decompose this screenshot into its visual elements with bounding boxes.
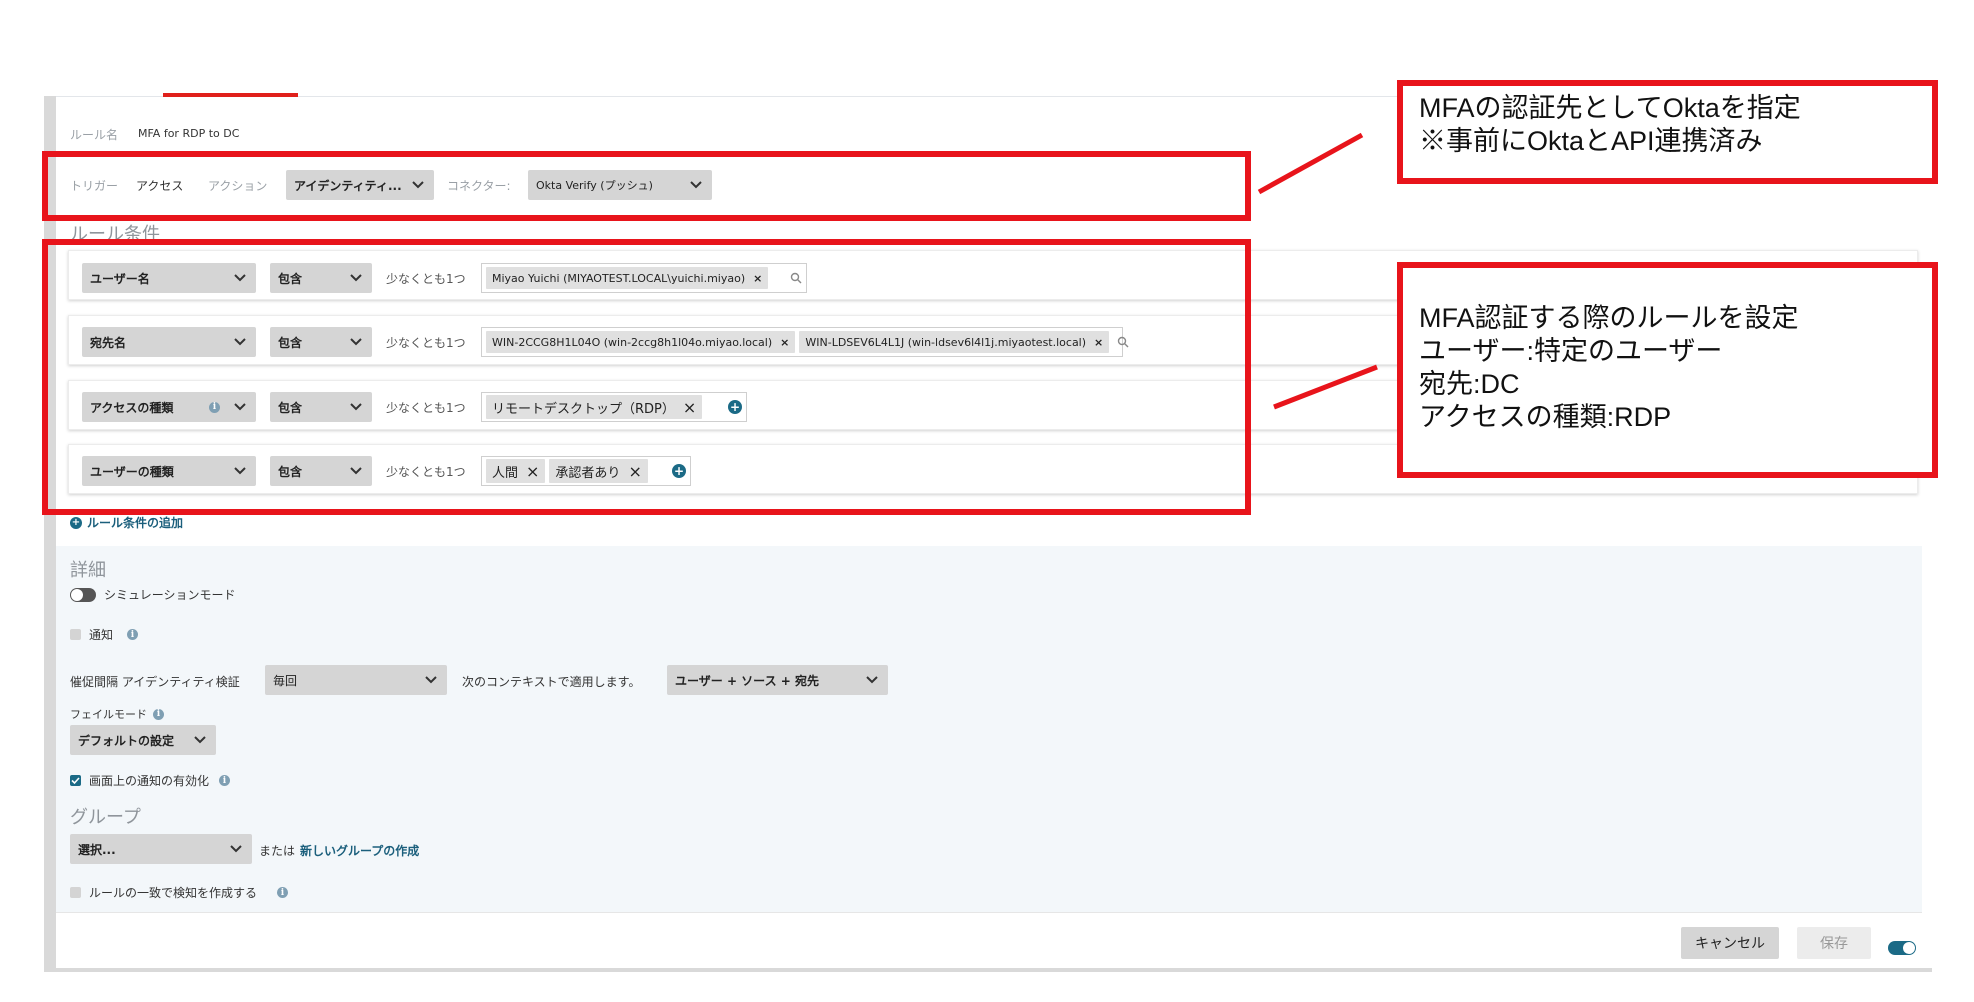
annotation-line: ※事前にOktaとAPI連携済み xyxy=(1419,126,1763,156)
fail-mode-label: フェイルモード xyxy=(70,708,147,721)
onscreen-notify-label: 画面上の通知の有効化 xyxy=(89,774,210,788)
chevron-down-icon xyxy=(192,732,208,748)
toggle-switch-icon xyxy=(70,587,96,602)
callout-line-top xyxy=(1257,132,1364,195)
info-icon[interactable]: i xyxy=(277,887,289,898)
cancel-button[interactable]: キャンセル xyxy=(1681,927,1779,959)
group-select-value: 選択... xyxy=(78,842,116,857)
chevron-down-icon xyxy=(228,841,244,857)
panel-left-border xyxy=(44,96,56,972)
active-tab-indicator xyxy=(163,93,298,97)
context-value: ユーザー + ソース + 宛先 xyxy=(675,673,819,688)
rule-enabled-toggle[interactable] xyxy=(1888,941,1916,955)
context-select[interactable]: ユーザー + ソース + 宛先 xyxy=(667,665,888,695)
simulation-mode-label: シミュレーションモード xyxy=(104,588,236,602)
annotation-line: MFAの認証先としてOktaを指定 xyxy=(1419,93,1801,123)
add-condition-label: ルール条件の追加 xyxy=(87,516,184,530)
fail-mode-select[interactable]: デフォルトの設定 xyxy=(70,725,216,755)
new-group-link[interactable]: 新しいグループの作成 xyxy=(300,842,419,859)
onscreen-notify-checkbox[interactable]: 画面上の通知の有効化 i xyxy=(70,772,231,789)
save-button[interactable]: 保存 xyxy=(1797,927,1871,959)
info-icon[interactable]: i xyxy=(219,775,231,786)
notify-checkbox[interactable]: 通知 i xyxy=(70,626,139,643)
context-label: 次のコンテキストで適用します。 xyxy=(462,675,641,689)
annotation-line: MFA認証する際のルールを設定 xyxy=(1419,303,1799,333)
callout-line-rules xyxy=(1273,364,1378,410)
annotation-line: 宛先:DC xyxy=(1419,369,1520,399)
annotation-okta: MFAの認証先としてOktaを指定 ※事前にOktaとAPI連携済み xyxy=(1397,80,1938,184)
prompt-interval-value: 毎回 xyxy=(273,673,298,688)
checkbox-icon xyxy=(70,629,81,640)
panel-bottom-border xyxy=(44,968,1932,972)
group-or-label: または xyxy=(259,844,296,858)
info-icon[interactable]: i xyxy=(127,629,139,640)
add-icon: + xyxy=(70,516,82,529)
detect-label: ルールの一致で検知を作成する xyxy=(89,886,258,900)
prompt-interval-select[interactable]: 毎回 xyxy=(265,665,447,695)
group-select[interactable]: 選択... xyxy=(70,834,252,864)
annotation-line: ユーザー:特定のユーザー xyxy=(1419,336,1723,366)
fail-mode-value: デフォルトの設定 xyxy=(78,733,175,748)
rule-name-label: ルール名 xyxy=(70,128,119,142)
annotation-rules: MFA認証する際のルールを設定 ユーザー:特定のユーザー 宛先:DC アクセスの… xyxy=(1397,262,1938,478)
footer-bar xyxy=(56,912,1922,969)
highlight-box-conditions xyxy=(42,239,1251,515)
highlight-box-trigger xyxy=(42,151,1251,221)
annotation-line: アクセスの種類:RDP xyxy=(1419,402,1672,432)
prompt-interval-label: 催促間隔 アイデンティティ検証 xyxy=(70,675,240,689)
detect-checkbox[interactable]: ルールの一致で検知を作成する i xyxy=(70,884,289,901)
fail-mode-heading: フェイルモード i xyxy=(70,706,164,722)
checkbox-icon xyxy=(70,887,81,898)
rule-name-value[interactable]: MFA for RDP to DC xyxy=(138,127,239,140)
simulation-mode-toggle[interactable]: シミュレーションモード xyxy=(70,586,236,603)
notify-label: 通知 xyxy=(89,628,114,642)
checkbox-checked-icon xyxy=(70,775,81,786)
chevron-down-icon xyxy=(423,672,439,688)
details-title: 詳細 xyxy=(70,560,106,581)
chevron-down-icon xyxy=(864,672,880,688)
add-condition-button[interactable]: + ルール条件の追加 xyxy=(70,514,183,531)
info-icon[interactable]: i xyxy=(153,708,164,720)
group-title: グループ xyxy=(70,807,141,828)
